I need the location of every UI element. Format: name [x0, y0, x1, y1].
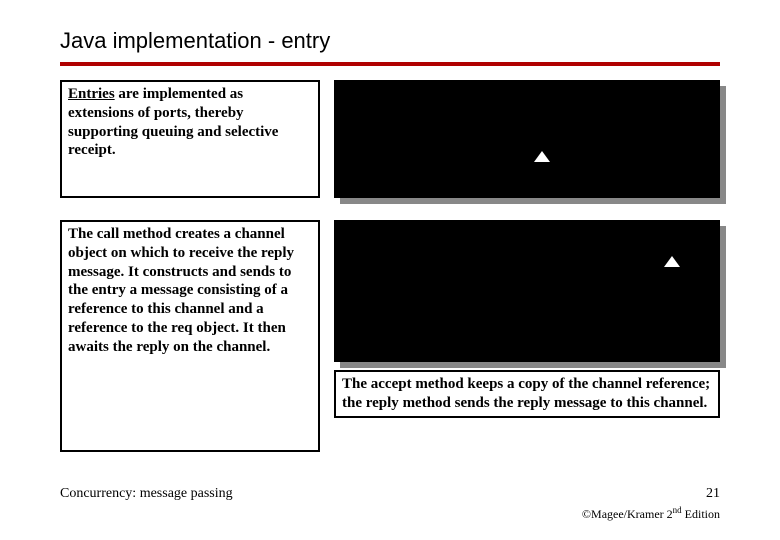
call-text-a: The: [68, 226, 97, 242]
row-bottom: The call method creates a channel object…: [60, 220, 720, 452]
accept-text-e: method sends the reply message to this c…: [399, 395, 707, 411]
diagram-inner: [334, 80, 720, 198]
accept-bold: accept: [371, 376, 412, 392]
text-box-entries: Entries are implemented as extensions of…: [60, 80, 320, 198]
call-text-c: method creates a channel object on which…: [68, 226, 294, 355]
text-box-accept: The accept method keeps a copy of the ch…: [334, 370, 720, 418]
entries-underline: Entries: [68, 86, 115, 102]
copyright-d: Edition: [682, 507, 720, 521]
accept-text-a: The: [342, 376, 371, 392]
text-box-call: The call method creates a channel object…: [60, 220, 320, 452]
call-bold: call: [97, 226, 120, 242]
row-top: Entries are implemented as extensions of…: [60, 80, 720, 198]
slide: Java implementation - entry Entries are …: [0, 0, 780, 540]
copyright-a: ©Magee/Kramer: [582, 507, 667, 521]
diagram-top: [334, 80, 720, 198]
diagram-bottom: [334, 220, 720, 362]
reply-bold: reply: [366, 395, 399, 411]
triangle-icon-2: [664, 256, 680, 267]
triangle-icon: [534, 151, 550, 162]
footer-left: Concurrency: message passing: [60, 486, 233, 502]
diagram-inner-2: [334, 220, 720, 362]
right-column: The accept method keeps a copy of the ch…: [334, 220, 720, 452]
copyright: ©Magee/Kramer 2nd Edition: [582, 505, 720, 522]
copyright-c: nd: [673, 505, 682, 515]
title-rule: [60, 62, 720, 66]
page-number: 21: [706, 486, 720, 502]
slide-title: Java implementation - entry: [60, 28, 720, 54]
